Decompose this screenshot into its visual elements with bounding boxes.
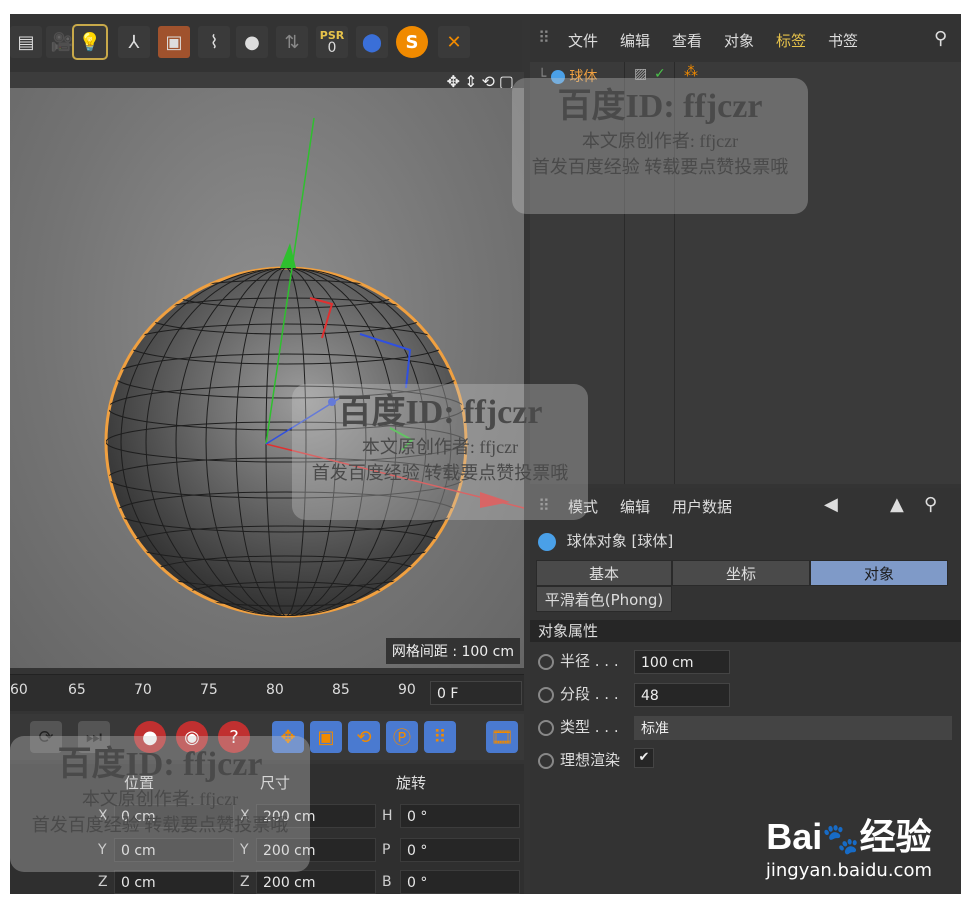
joint-icon[interactable]: ⅄ bbox=[118, 26, 150, 58]
pla-key-icon[interactable]: ⠿ bbox=[424, 721, 456, 753]
up-arrow-icon[interactable]: ▲ bbox=[890, 494, 904, 515]
spline-icon[interactable]: ⌇ bbox=[198, 26, 230, 58]
menu-file[interactable]: 文件 bbox=[568, 30, 598, 51]
timeline-tick: 60 bbox=[10, 682, 28, 698]
attribute-title-text: 球体对象 [球体] bbox=[566, 532, 674, 550]
section-header: 对象属性 bbox=[530, 620, 961, 642]
timeline-tick: 70 bbox=[134, 682, 152, 698]
axis-xyz-icon[interactable]: ● bbox=[236, 26, 268, 58]
size-z-field[interactable]: 200 cm bbox=[256, 870, 376, 894]
prop-segments-label: 分段 . . . bbox=[560, 685, 619, 703]
type-dropdown[interactable]: 标准 bbox=[634, 716, 952, 740]
render-perfect-checkbox[interactable]: ✔ bbox=[634, 748, 654, 768]
timeline-tick: 85 bbox=[332, 682, 350, 698]
watermark: 百度ID: ffjczr 本文原创作者: ffjczr 首发百度经验 转载要点赞… bbox=[10, 736, 310, 872]
rotate-key-icon[interactable]: ⟲ bbox=[348, 721, 380, 753]
watermark-line2: 首发百度经验 转载要点赞投票哦 bbox=[31, 815, 289, 835]
paw-icon: 🐾 bbox=[822, 823, 860, 856]
watermark-line1: 本文原创作者: ffjczr bbox=[581, 131, 739, 151]
tab-object[interactable]: 对象 bbox=[810, 560, 948, 586]
main-toolbar: ▤ 🎥 💡 ⅄ ▣ ⌇ ● ⇅ PSR 0 ⬤ S ✕ bbox=[10, 20, 522, 72]
menu-view[interactable]: 查看 bbox=[672, 30, 702, 51]
watermark: 百度ID: ffjczr 本文原创作者: ffjczr 首发百度经验 转载要点赞… bbox=[512, 78, 808, 214]
radio-icon[interactable] bbox=[538, 719, 554, 736]
menu-edit[interactable]: 编辑 bbox=[620, 496, 650, 517]
watermark: 百度ID: ffjczr 本文原创作者: ffjczr 首发百度经验 转载要点赞… bbox=[292, 384, 588, 520]
viewport-header: ✥⇕⟲▢ bbox=[10, 72, 524, 91]
search-icon[interactable]: ⚲ bbox=[924, 494, 937, 515]
radio-icon[interactable] bbox=[538, 752, 554, 769]
menu-tags[interactable]: 标签 bbox=[776, 30, 806, 51]
psr-value: 0 bbox=[327, 40, 337, 56]
timeline-tick: 65 bbox=[68, 682, 86, 698]
rot-b-field[interactable]: 0 ° bbox=[400, 870, 520, 894]
attribute-title: 球体对象 [球体] bbox=[538, 530, 673, 551]
snap-icon[interactable]: ⇅ bbox=[276, 26, 308, 58]
param-key-icon[interactable]: Ⓟ bbox=[386, 721, 418, 753]
radio-icon[interactable] bbox=[538, 686, 554, 703]
rot-h-field[interactable]: 0 ° bbox=[400, 804, 520, 828]
menu-edit[interactable]: 编辑 bbox=[620, 30, 650, 51]
menu-user-data[interactable]: 用户数据 bbox=[672, 496, 732, 517]
watermark-title: 百度ID: ffjczr bbox=[57, 746, 263, 783]
watermark-title: 百度ID: ffjczr bbox=[557, 88, 763, 125]
light-bulb-icon[interactable]: 💡 bbox=[72, 24, 108, 60]
prop-segments[interactable]: 分段 . . . bbox=[538, 681, 619, 707]
timeline-tick: 75 bbox=[200, 682, 218, 698]
prop-type[interactable]: 类型 . . . bbox=[538, 714, 619, 740]
baidu-logo-text: Bai bbox=[766, 816, 823, 857]
watermark-title: 百度ID: ffjczr bbox=[337, 394, 543, 431]
grid-spacing-label: 网格间距 : 100 cm bbox=[385, 638, 520, 664]
timeline-tick: 80 bbox=[266, 682, 284, 698]
menu-bookmarks[interactable]: 书签 bbox=[828, 30, 858, 51]
radius-field[interactable]: 100 cm bbox=[634, 650, 730, 674]
prop-radius[interactable]: 半径 . . . bbox=[538, 648, 619, 674]
timeline[interactable]: 60 65 70 75 80 85 90 0 F bbox=[10, 674, 524, 711]
baidu-logo: Bai🐾经验 jingyan.baidu.com bbox=[766, 808, 932, 881]
scene-svg bbox=[104, 117, 524, 618]
prop-type-label: 类型 . . . bbox=[560, 718, 619, 736]
baidu-url: jingyan.baidu.com bbox=[765, 860, 932, 881]
rot-axis-h: H bbox=[382, 808, 393, 824]
viewport[interactable]: 网格间距 : 100 cm bbox=[10, 88, 524, 668]
render-view-icon[interactable]: ▤ bbox=[10, 26, 42, 58]
radio-icon[interactable] bbox=[538, 653, 554, 670]
sphere-icon bbox=[538, 532, 556, 551]
timeline-tick: 90 bbox=[398, 682, 416, 698]
cube-tool-icon[interactable]: ▣ bbox=[158, 26, 190, 58]
s-plugin-icon[interactable]: S bbox=[396, 26, 428, 58]
grip-icon: ⠿ bbox=[538, 28, 550, 47]
psr-button[interactable]: PSR 0 bbox=[316, 26, 348, 58]
prop-radius-label: 半径 . . . bbox=[560, 652, 619, 670]
search-icon[interactable]: ⚲ bbox=[934, 28, 947, 49]
rot-p-field[interactable]: 0 ° bbox=[400, 838, 520, 862]
prop-render-perfect[interactable]: 理想渲染 bbox=[538, 747, 620, 773]
baidu-logo-text2: 经验 bbox=[859, 816, 932, 857]
rotation-header: 旋转 bbox=[396, 774, 427, 792]
symmetry-icon[interactable]: ✕ bbox=[438, 26, 470, 58]
tab-coord[interactable]: 坐标 bbox=[672, 560, 810, 586]
frame-field[interactable]: 0 F bbox=[430, 681, 522, 705]
tab-phong[interactable]: 平滑着色(Phong) bbox=[536, 586, 672, 612]
rot-axis-b: B bbox=[382, 874, 392, 890]
watermark-line2: 首发百度经验 转载要点赞投票哦 bbox=[531, 157, 789, 177]
watermark-line2: 首发百度经验 转载要点赞投票哦 bbox=[311, 463, 569, 483]
watermark-line1: 本文原创作者: ffjczr bbox=[361, 437, 519, 457]
rot-axis-p: P bbox=[382, 842, 391, 858]
segments-field[interactable]: 48 bbox=[634, 683, 730, 707]
render-active-icon[interactable]: ⬤ bbox=[356, 26, 388, 58]
tab-basic[interactable]: 基本 bbox=[536, 560, 672, 586]
back-arrow-icon[interactable]: ◀ bbox=[824, 494, 838, 515]
scale-key-icon[interactable]: ▣ bbox=[310, 721, 342, 753]
timeline-window-icon[interactable]: 🎞 bbox=[486, 721, 518, 753]
prop-render-perfect-label: 理想渲染 bbox=[560, 751, 621, 769]
pos-axis-z: Z bbox=[98, 874, 108, 890]
size-axis-z: Z bbox=[240, 874, 250, 890]
watermark-line1: 本文原创作者: ffjczr bbox=[81, 789, 239, 809]
menu-object[interactable]: 对象 bbox=[724, 30, 754, 51]
pos-z-field[interactable]: 0 cm bbox=[114, 870, 234, 894]
